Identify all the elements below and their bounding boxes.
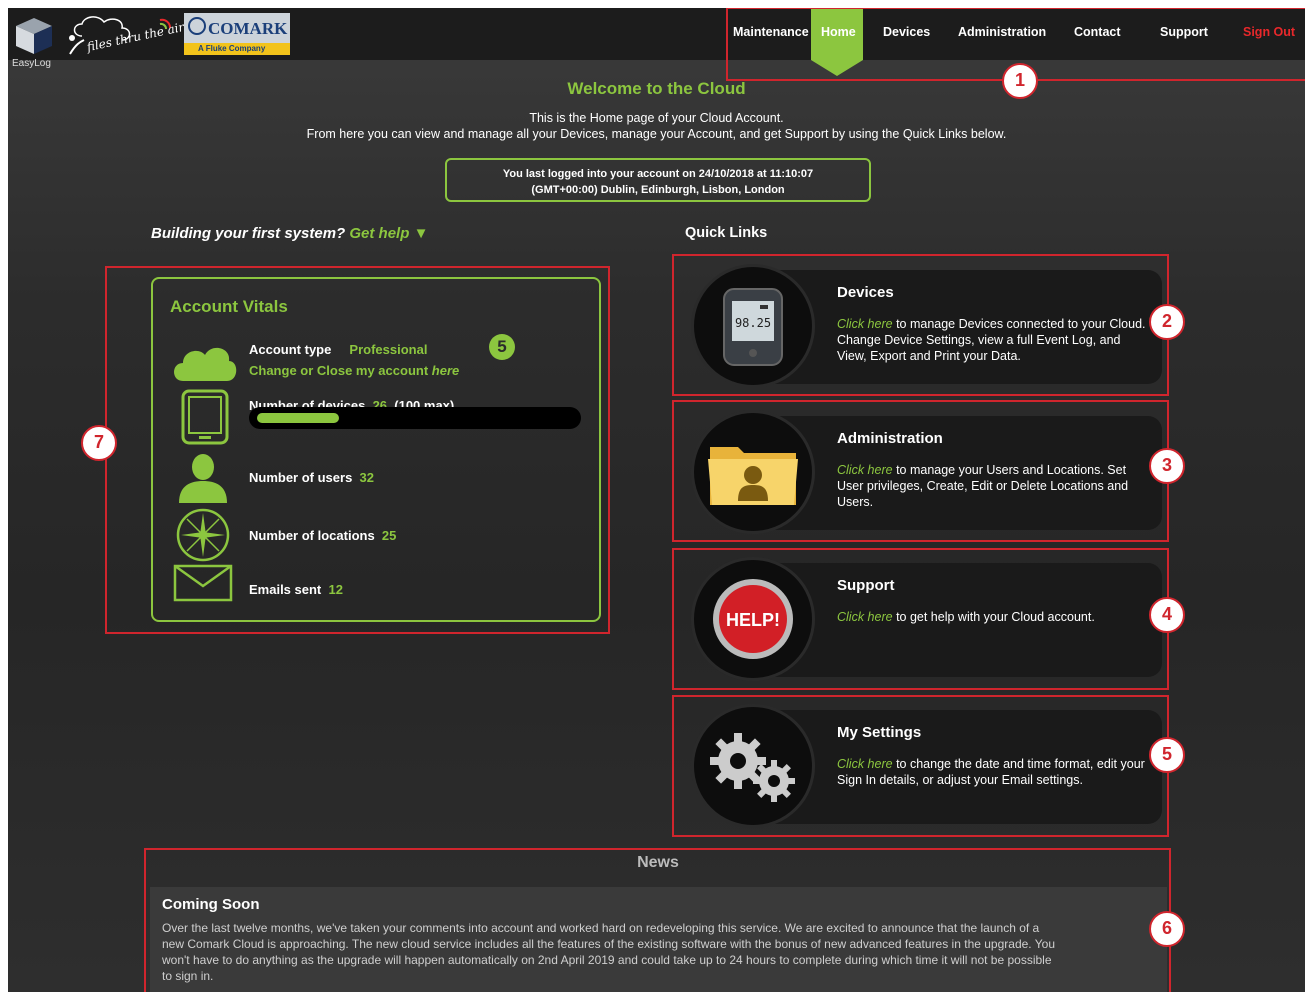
last-login-box: You last logged into your account on 24/… xyxy=(445,158,871,202)
comark-subtitle: A Fluke Company xyxy=(184,43,290,55)
last-login-line-2: (GMT+00:00) Dublin, Edinburgh, Lisbon, L… xyxy=(531,184,785,196)
building-first-system: Building your first system? Get help ▼ xyxy=(151,225,428,242)
callout-frame-devices xyxy=(672,254,1169,396)
callout-badge-5: 5 xyxy=(1149,737,1185,773)
callout-frame-account-vitals xyxy=(105,266,610,634)
page-title: Welcome to the Cloud xyxy=(567,79,746,98)
comark-name: COMARK xyxy=(208,19,288,38)
callout-badge-2: 2 xyxy=(1149,304,1185,340)
quick-links-title: Quick Links xyxy=(685,225,768,241)
intro-line-1: This is the Home page of your Cloud Acco… xyxy=(529,111,784,125)
easylog-cube-logo xyxy=(16,18,52,54)
callout-frame-my-settings xyxy=(672,695,1169,837)
callout-frame-administration xyxy=(672,400,1169,542)
building-prefix: Building your first system? xyxy=(151,225,346,242)
comark-swirl-icon xyxy=(188,17,206,35)
callout-badge-7: 7 xyxy=(81,425,117,461)
easylog-label: EasyLog xyxy=(12,58,51,69)
callout-frame-news xyxy=(144,848,1171,992)
callout-badge-3: 3 xyxy=(1149,448,1185,484)
chevron-down-icon[interactable]: ▼ xyxy=(414,225,429,242)
callout-badge-4: 4 xyxy=(1149,597,1185,633)
callout-frame-support xyxy=(672,548,1169,690)
comark-logo: COMARK A Fluke Company xyxy=(184,13,290,55)
callout-badge-1: 1 xyxy=(1002,63,1038,99)
last-login-line-1: You last logged into your account on 24/… xyxy=(502,168,814,180)
intro-line-2: From here you can view and manage all yo… xyxy=(306,127,1007,141)
callout-badge-6: 6 xyxy=(1149,911,1185,947)
app-window: EasyLog files thru the air COMARK A Fluk… xyxy=(8,8,1305,992)
get-help-link[interactable]: Get help xyxy=(349,225,409,242)
